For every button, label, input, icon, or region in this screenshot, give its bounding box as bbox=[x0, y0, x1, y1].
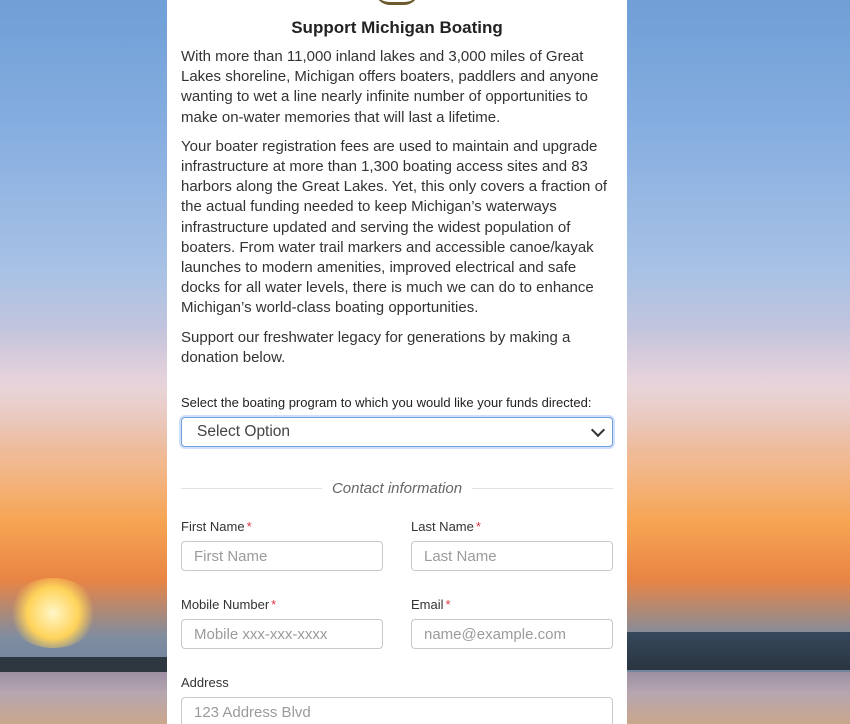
name-row: First Name * First Name Last Name * Last N… bbox=[181, 519, 613, 572]
first-name-placeholder: First Name bbox=[194, 547, 268, 565]
program-select-label: Select the boating program to which you … bbox=[181, 395, 592, 411]
logo-icon bbox=[375, 0, 419, 5]
first-name-label: First Name * bbox=[181, 519, 383, 535]
required-marker: * bbox=[475, 519, 481, 535]
first-name-group: First Name * First Name bbox=[181, 519, 383, 572]
mobile-placeholder: Mobile xxx-xxx-xxxx bbox=[194, 625, 328, 643]
first-name-label-text: First Name bbox=[181, 519, 245, 535]
program-select[interactable]: Select Option bbox=[181, 417, 613, 448]
divider-line-left bbox=[181, 487, 322, 489]
contact-section-divider: Contact information bbox=[181, 478, 614, 498]
contact-section-heading: Contact information bbox=[331, 479, 463, 497]
email-placeholder: name@example.com bbox=[424, 625, 566, 643]
required-marker: * bbox=[445, 597, 451, 613]
mobile-label-text: Mobile Number bbox=[181, 597, 270, 613]
intro-paragraph-3: Support our freshwater legacy for genera… bbox=[181, 328, 571, 366]
email-input[interactable]: name@example.com bbox=[411, 619, 613, 650]
address-placeholder: 123 Address Blvd bbox=[194, 703, 311, 721]
mobile-input[interactable]: Mobile xxx-xxx-xxxx bbox=[181, 619, 383, 650]
background-pier bbox=[0, 657, 170, 673]
email-label: Email * bbox=[411, 597, 613, 613]
email-group: Email * name@example.com bbox=[411, 597, 613, 650]
divider-line-right bbox=[472, 487, 614, 489]
first-name-input[interactable]: First Name bbox=[181, 541, 383, 572]
contact-row: Mobile Number * Mobile xxx-xxx-xxxx Email… bbox=[181, 597, 613, 650]
address-group: Address 123 Address Blvd bbox=[181, 675, 613, 724]
background-shoreline bbox=[620, 632, 850, 670]
last-name-label: Last Name * bbox=[411, 519, 613, 535]
last-name-input[interactable]: Last Name bbox=[411, 541, 613, 572]
required-marker: * bbox=[246, 519, 252, 535]
intro-paragraph-2: Your boater registration fees are used t… bbox=[181, 137, 608, 317]
last-name-label-text: Last Name bbox=[411, 519, 474, 535]
required-marker: * bbox=[271, 597, 277, 613]
address-row: Address 123 Address Blvd bbox=[181, 675, 613, 724]
address-input[interactable]: 123 Address Blvd bbox=[181, 697, 613, 724]
page-title: Support Michigan Boating bbox=[291, 18, 503, 37]
donation-form-panel: Support Michigan Boating With more than … bbox=[167, 0, 627, 724]
mobile-group: Mobile Number * Mobile xxx-xxx-xxxx bbox=[181, 597, 383, 650]
last-name-group: Last Name * Last Name bbox=[411, 519, 613, 572]
background-sun bbox=[8, 578, 98, 648]
program-select-value: Select Option bbox=[197, 423, 291, 441]
last-name-placeholder: Last Name bbox=[424, 547, 497, 565]
chevron-down-icon bbox=[590, 422, 606, 438]
mobile-label: Mobile Number * bbox=[181, 597, 383, 613]
intro-paragraph-1: With more than 11,000 inland lakes and 3… bbox=[181, 48, 599, 126]
email-label-text: Email bbox=[411, 597, 444, 613]
address-label: Address bbox=[181, 675, 229, 691]
